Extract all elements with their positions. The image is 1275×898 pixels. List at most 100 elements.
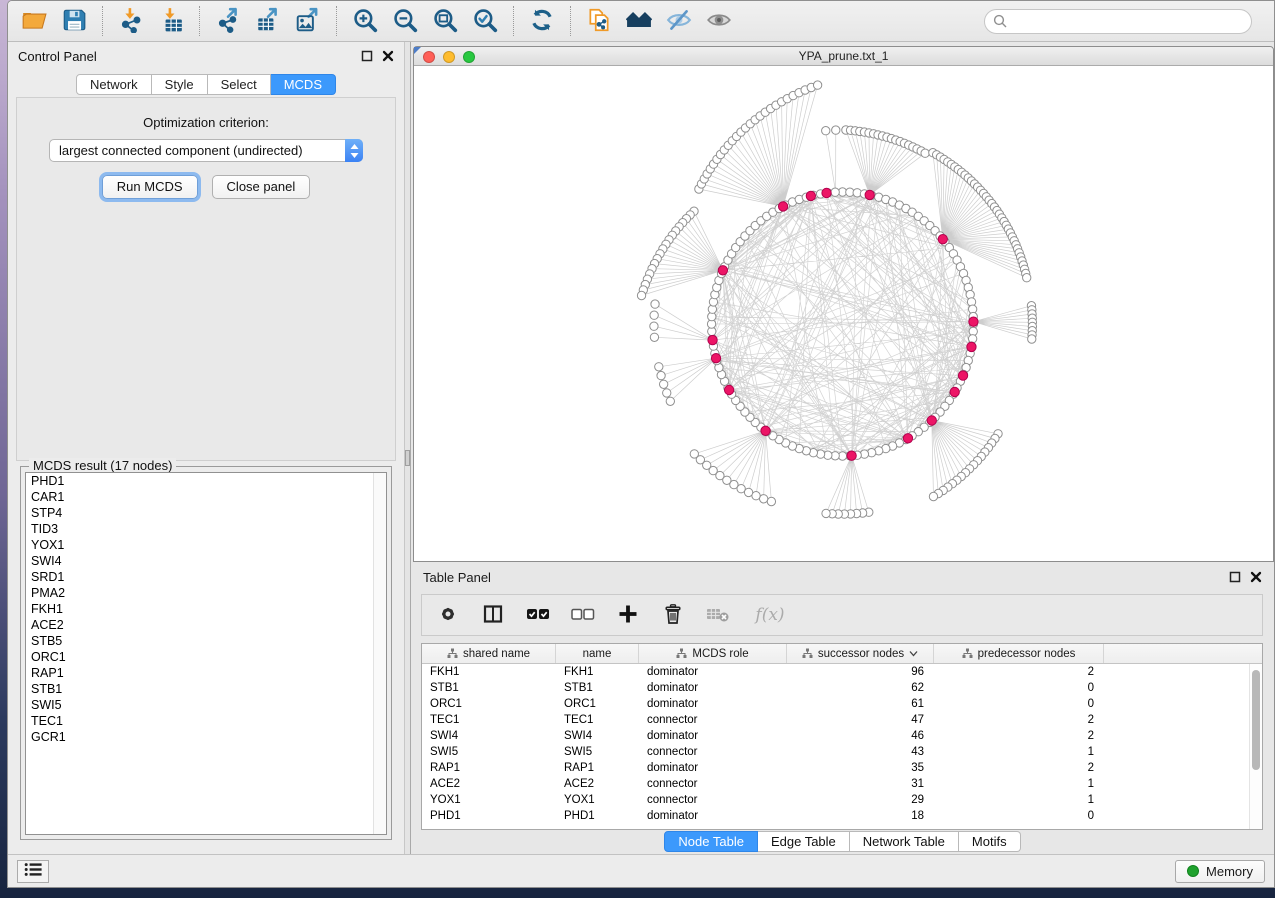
export-network-button[interactable]: [214, 7, 242, 35]
memory-button[interactable]: Memory: [1175, 860, 1265, 883]
mcds-result-node[interactable]: SWI5: [26, 697, 386, 713]
graph-mcds-node[interactable]: [761, 426, 770, 435]
vertical-splitter[interactable]: [404, 42, 411, 854]
mcds-result-node[interactable]: CAR1: [26, 489, 386, 505]
mcds-result-node[interactable]: STB5: [26, 633, 386, 649]
zoom-fit-button[interactable]: [431, 7, 459, 35]
show-eye-button[interactable]: [705, 7, 733, 35]
close-window-icon[interactable]: [423, 51, 435, 63]
column-header-successor-nodes[interactable]: successor nodes: [787, 644, 934, 663]
graph-mcds-node[interactable]: [708, 335, 717, 344]
task-history-button[interactable]: [17, 860, 49, 883]
column-header-name[interactable]: name: [556, 644, 639, 663]
close-panel-icon[interactable]: [382, 50, 394, 62]
table-row[interactable]: SWI4SWI4dominator462: [422, 728, 1262, 744]
tab-network-table[interactable]: Network Table: [850, 831, 959, 852]
mcds-result-node[interactable]: STB1: [26, 681, 386, 697]
graph-leaf-node[interactable]: [666, 397, 674, 405]
import-table-button[interactable]: [157, 7, 185, 35]
mcds-result-node[interactable]: ORC1: [26, 649, 386, 665]
duplicate-network-button[interactable]: [585, 7, 613, 35]
graph-ring-node[interactable]: [831, 188, 839, 196]
table-settings-button[interactable]: [436, 603, 460, 627]
graph-mcds-node[interactable]: [778, 202, 787, 211]
graph-leaf-node[interactable]: [1028, 335, 1036, 343]
split-pane-button[interactable]: [481, 603, 505, 627]
graph-leaf-node[interactable]: [767, 497, 775, 505]
network-window-titlebar[interactable]: YPA_prune.txt_1: [414, 47, 1273, 66]
zoom-in-button[interactable]: [351, 7, 379, 35]
maximize-window-icon[interactable]: [463, 51, 475, 63]
tab-node-table[interactable]: Node Table: [664, 831, 758, 852]
mcds-result-node[interactable]: ACE2: [26, 617, 386, 633]
mcds-result-node[interactable]: RAP1: [26, 665, 386, 681]
table-row[interactable]: TEC1TEC1connector472: [422, 712, 1262, 728]
graph-leaf-node[interactable]: [663, 389, 671, 397]
graph-mcds-node[interactable]: [927, 416, 936, 425]
graph-mcds-node[interactable]: [822, 188, 831, 197]
mcds-result-node[interactable]: PHD1: [26, 473, 386, 489]
mcds-result-node[interactable]: TEC1: [26, 713, 386, 729]
scrollbar-thumb[interactable]: [1252, 670, 1260, 770]
graph-leaf-node[interactable]: [637, 291, 645, 299]
mcds-list-scrollbar[interactable]: [373, 473, 386, 834]
graph-leaf-node[interactable]: [822, 509, 830, 517]
graph-mcds-node[interactable]: [847, 451, 856, 460]
graph-mcds-node[interactable]: [718, 266, 727, 275]
tab-style[interactable]: Style: [152, 74, 208, 95]
mcds-result-node[interactable]: PMA2: [26, 585, 386, 601]
zoom-out-button[interactable]: [391, 7, 419, 35]
graph-leaf-node[interactable]: [832, 126, 840, 134]
float-panel-icon[interactable]: [1229, 571, 1241, 583]
tab-edge-table[interactable]: Edge Table: [758, 831, 850, 852]
table-row[interactable]: ORC1ORC1dominator610: [422, 696, 1262, 712]
graph-leaf-node[interactable]: [822, 127, 830, 135]
graph-mcds-node[interactable]: [865, 190, 874, 199]
graph-leaf-node[interactable]: [650, 322, 658, 330]
mcds-result-node[interactable]: TID3: [26, 521, 386, 537]
graph-mcds-node[interactable]: [711, 354, 720, 363]
column-header-MCDS-role[interactable]: MCDS role: [639, 644, 787, 663]
save-button[interactable]: [60, 7, 88, 35]
graph-mcds-node[interactable]: [958, 371, 967, 380]
select-all-button[interactable]: [526, 603, 550, 627]
graph-mcds-node[interactable]: [969, 317, 978, 326]
search-input[interactable]: [984, 9, 1252, 34]
add-column-button[interactable]: [616, 603, 640, 627]
close-panel-button[interactable]: Close panel: [212, 175, 311, 199]
optimization-criterion-dropdown[interactable]: largest connected component (undirected): [49, 139, 363, 162]
column-header-shared-name[interactable]: shared name: [422, 644, 556, 663]
run-mcds-button[interactable]: Run MCDS: [102, 175, 198, 199]
export-table-button[interactable]: [254, 7, 282, 35]
table-row[interactable]: RAP1RAP1dominator352: [422, 760, 1262, 776]
graph-leaf-node[interactable]: [813, 81, 821, 89]
table-row[interactable]: ACE2ACE2connector311: [422, 776, 1262, 792]
sort-chevron-icon[interactable]: [909, 650, 918, 657]
graph-mcds-node[interactable]: [938, 235, 947, 244]
graph-leaf-node[interactable]: [659, 380, 667, 388]
mcds-result-node[interactable]: SRD1: [26, 569, 386, 585]
graph-leaf-node[interactable]: [690, 450, 698, 458]
graph-mcds-node[interactable]: [967, 342, 976, 351]
graph-leaf-node[interactable]: [655, 363, 663, 371]
mcds-result-node[interactable]: STP4: [26, 505, 386, 521]
table-scrollbar[interactable]: [1249, 664, 1262, 829]
table-row[interactable]: YOX1YOX1connector291: [422, 792, 1262, 808]
network-graph[interactable]: [414, 66, 1273, 561]
mcds-result-node[interactable]: GCR1: [26, 729, 386, 745]
function-builder-button[interactable]: f(x): [751, 603, 789, 627]
open-file-button[interactable]: [20, 7, 48, 35]
graph-leaf-node[interactable]: [929, 492, 937, 500]
minimize-window-icon[interactable]: [443, 51, 455, 63]
table-row[interactable]: FKH1FKH1dominator962: [422, 664, 1262, 680]
graph-mcds-node[interactable]: [724, 385, 733, 394]
tab-select[interactable]: Select: [208, 74, 271, 95]
tab-network[interactable]: Network: [76, 74, 152, 95]
tab-motifs[interactable]: Motifs: [959, 831, 1021, 852]
first-neighbors-button[interactable]: [625, 7, 653, 35]
hide-eye-button[interactable]: [665, 7, 693, 35]
refresh-button[interactable]: [528, 7, 556, 35]
table-row[interactable]: PHD1PHD1dominator180: [422, 808, 1262, 824]
zoom-selected-button[interactable]: [471, 7, 499, 35]
mcds-result-node[interactable]: SWI4: [26, 553, 386, 569]
